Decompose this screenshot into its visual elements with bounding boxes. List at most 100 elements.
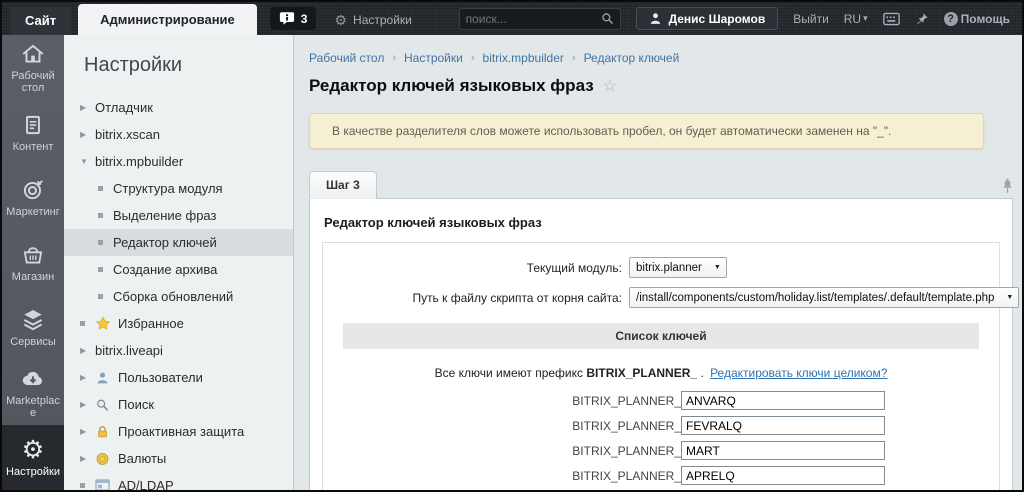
hint-note-text: В качестве разделителя слов можете испол…: [332, 124, 892, 138]
pin-icon[interactable]: [915, 12, 929, 26]
hotkeys-icon[interactable]: [882, 12, 900, 26]
topbar-right-cluster: Денис Шаромов Выйти RU▾ ? Помощь: [458, 7, 1022, 30]
sidebar-item-currencies[interactable]: ▶ Валюты: [64, 445, 293, 472]
sidebar-item-label: Структура модуля: [113, 181, 223, 196]
tab-admin[interactable]: Администрирование: [78, 4, 257, 35]
help-button[interactable]: ? Помощь: [943, 11, 1010, 26]
sidebar-item-label: Редактор ключей: [113, 235, 217, 250]
sidebar-item-label: bitrix.mpbuilder: [95, 154, 184, 169]
sidebar-item-search[interactable]: ▶ Поиск: [64, 391, 293, 418]
key-input-1[interactable]: [681, 391, 885, 410]
bullet-icon: [98, 186, 103, 191]
key-rows: BITRIX_PLANNER_ BITRIX_PLANNER_ BITRIX_PLA…: [323, 391, 999, 490]
rail-item-marketplace[interactable]: Marketplace: [2, 360, 64, 425]
key-input-2[interactable]: [681, 416, 885, 435]
panel-pin-icon[interactable]: [1002, 178, 1013, 194]
module-select[interactable]: bitrix.planner ▼: [629, 257, 727, 278]
tab-step3[interactable]: Шаг 3: [309, 171, 377, 199]
rail-item-shop[interactable]: Магазин: [2, 230, 64, 295]
sidebar-item-proactive-protection[interactable]: ▶ Проактивная защита: [64, 418, 293, 445]
language-selector[interactable]: RU ▾: [844, 12, 868, 26]
path-select[interactable]: /install/components/custom/holiday.list/…: [629, 287, 1020, 308]
sidebar-item-archive-creation[interactable]: Создание архива: [64, 256, 293, 283]
breadcrumb-separator-icon: ›: [470, 52, 475, 64]
sidebar-item-bitrix-mpbuilder[interactable]: ▼ bitrix.mpbuilder: [64, 148, 293, 175]
favorite-star-icon[interactable]: ☆: [603, 76, 617, 96]
sidebar-item-module-structure[interactable]: Структура модуля: [64, 175, 293, 202]
tab-site[interactable]: Сайт: [10, 7, 72, 35]
search-input[interactable]: [465, 11, 601, 26]
bullet-icon: [98, 213, 103, 218]
settings-sidebar: Настройки ▶ Отладчик ▶ bitrix.xscan ▼ bitrix.…: [64, 35, 294, 490]
expand-arrow-icon: ▶: [80, 400, 87, 409]
breadcrumb-link[interactable]: Рабочий стол: [309, 51, 384, 65]
question-icon: ?: [943, 11, 958, 26]
path-label: Путь к файлу скрипта от корня сайта:: [412, 290, 622, 305]
sidebar-item-label: Избранное: [118, 316, 184, 331]
key-row: BITRIX_PLANNER_: [323, 416, 999, 435]
user-menu-button[interactable]: Денис Шаромов: [635, 7, 779, 30]
search-icon[interactable]: [601, 12, 614, 25]
rail-item-label: Рабочий стол: [11, 70, 55, 94]
rail-item-label: Настройки: [6, 466, 60, 478]
notifications-button[interactable]: 3: [269, 7, 317, 30]
prefix-value: BITRIX_PLANNER_: [586, 366, 698, 380]
expand-arrow-icon: ▶: [80, 346, 87, 355]
rail-item-services[interactable]: Сервисы: [2, 295, 64, 360]
key-prefix-label: BITRIX_PLANNER_: [572, 443, 681, 458]
editor-panel: Редактор ключей языковых фраз Текущий мо…: [309, 198, 1020, 490]
expand-arrow-icon: ▶: [80, 373, 87, 382]
sidebar-item-ad-ldap[interactable]: AD/LDAP: [64, 472, 293, 490]
key-input-4[interactable]: [681, 466, 885, 485]
prefix-line: Все ключи имеют префикс BITRIX_PLANNER_ …: [323, 366, 999, 380]
rail-item-marketing[interactable]: Маркетинг: [2, 165, 64, 230]
rail-item-desktop[interactable]: Рабочий стол: [2, 35, 64, 100]
page-title: Редактор ключей языковых фраз: [309, 76, 594, 95]
sidebar-item-label: Валюты: [118, 451, 167, 466]
key-input-3[interactable]: [681, 441, 885, 460]
sidebar-item-label: AD/LDAP: [118, 478, 174, 490]
home-icon: [20, 41, 46, 67]
sidebar-item-label: Отладчик: [95, 100, 153, 115]
breadcrumb-separator-icon: ›: [571, 52, 576, 64]
rail-item-label: Контент: [12, 141, 54, 153]
topbar-settings-label: Настройки: [353, 13, 412, 27]
sidebar-item-bitrix-liveapi[interactable]: ▶ bitrix.liveapi: [64, 337, 293, 364]
search-icon: [95, 398, 114, 412]
module-row: Текущий модуль: bitrix.planner ▼: [323, 257, 999, 278]
breadcrumb-link[interactable]: Настройки: [404, 51, 463, 65]
key-row: BITRIX_PLANNER_: [323, 466, 999, 485]
info-bubble-icon: [279, 11, 295, 26]
topbar-settings-button[interactable]: ⚙ Настройки: [334, 13, 411, 27]
coin-icon: [95, 452, 114, 466]
rail-item-settings[interactable]: ⚙ Настройки: [2, 425, 64, 490]
sidebar-item-phrase-selection[interactable]: Выделение фраз: [64, 202, 293, 229]
hint-note: В качестве разделителя слов можете испол…: [309, 113, 984, 149]
rail-item-content[interactable]: Контент: [2, 100, 64, 165]
sidebar-item-update-build[interactable]: Сборка обновлений: [64, 283, 293, 310]
breadcrumb-link[interactable]: Редактор ключей: [584, 51, 680, 65]
topbar-search[interactable]: [458, 7, 621, 30]
sidebar-item-users[interactable]: ▶ Пользователи: [64, 364, 293, 391]
document-icon: [20, 112, 46, 138]
sidebar-item-favorites[interactable]: Избранное: [64, 310, 293, 337]
user-icon: [649, 12, 662, 25]
key-prefix-label: BITRIX_PLANNER_: [572, 468, 681, 483]
sidebar-item-debugger[interactable]: ▶ Отладчик: [64, 94, 293, 121]
basket-icon: [20, 242, 46, 268]
bullet-icon: [80, 321, 85, 326]
prefix-suffix: .: [697, 366, 704, 380]
sidebar-item-key-editor[interactable]: Редактор ключей: [64, 229, 293, 256]
logout-link[interactable]: Выйти: [793, 12, 829, 26]
breadcrumb-link[interactable]: bitrix.mpbuilder: [483, 51, 564, 65]
sidebar-item-label: Выделение фраз: [113, 208, 217, 223]
rail-item-label: Сервисы: [10, 336, 56, 348]
bitrix-admin-window: Сайт Администрирование 3 ⚙ Настройки Ден…: [0, 0, 1024, 492]
sidebar-item-bitrix-xscan[interactable]: ▶ bitrix.xscan: [64, 121, 293, 148]
breadcrumb: Рабочий стол › Настройки › bitrix.mpbuilder ›…: [309, 35, 1022, 65]
gear-icon: ⚙: [334, 12, 348, 28]
prefix-text: Все ключи имеют префикс: [434, 366, 584, 380]
star-icon: [95, 316, 114, 331]
key-prefix-label: BITRIX_PLANNER_: [572, 393, 681, 408]
edit-keys-link[interactable]: Редактировать ключи целиком?: [710, 366, 887, 380]
